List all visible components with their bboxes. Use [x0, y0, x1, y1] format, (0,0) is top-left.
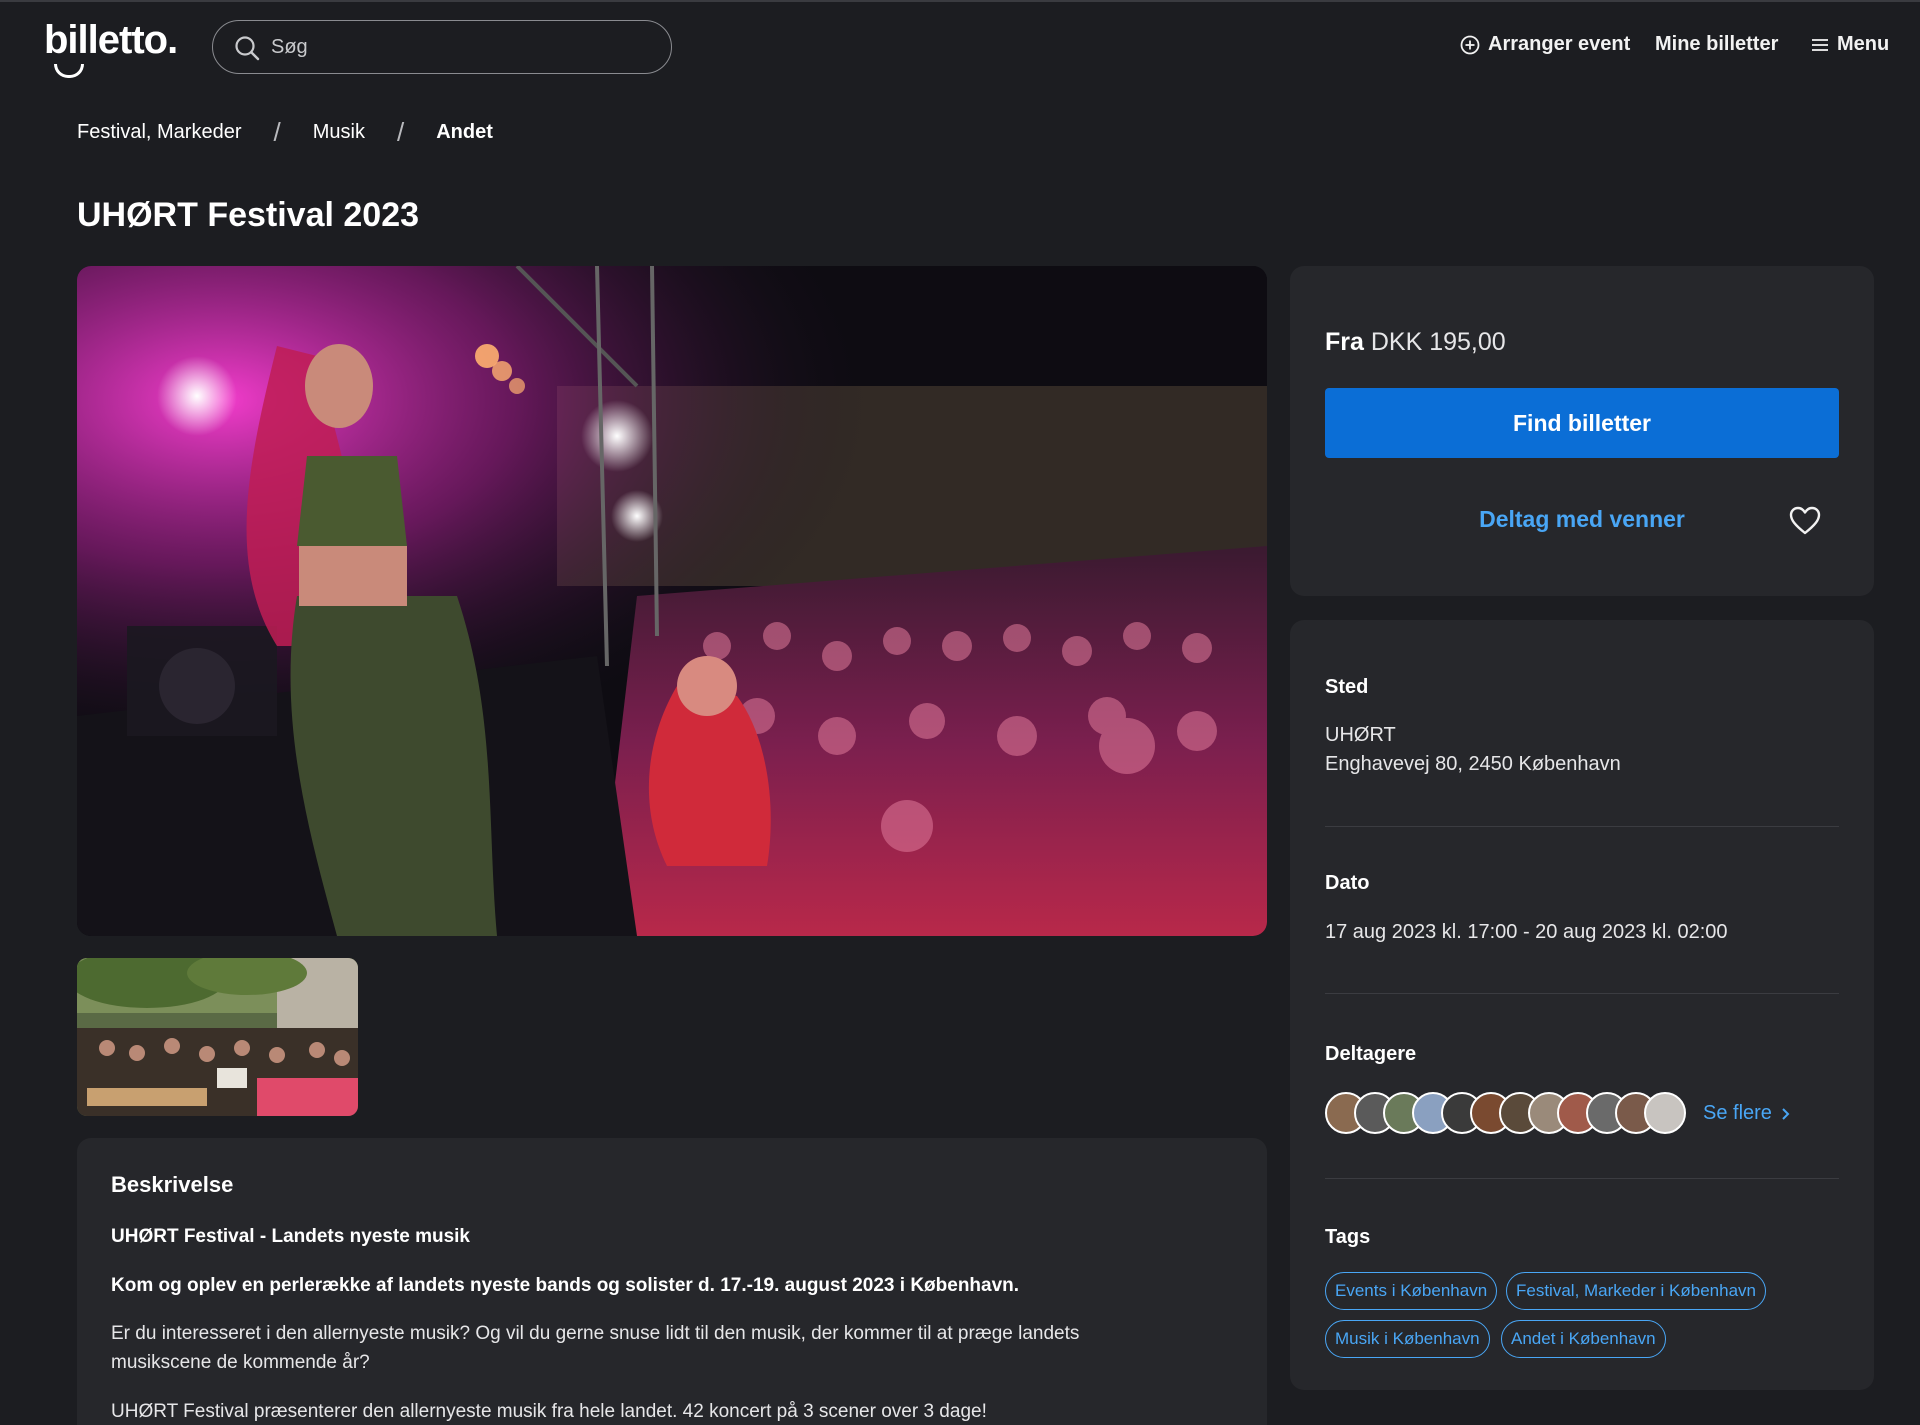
search-icon [235, 36, 260, 61]
divider [1325, 1178, 1839, 1179]
find-tickets-button[interactable]: Find billetter [1325, 388, 1839, 458]
description-subtitle: UHØRT Festival - Landets nyeste musik [111, 1226, 470, 1247]
arranger-event-label: Arranger event [1488, 33, 1631, 55]
breadcrumb: Festival, Markeder / Musik / Andet [77, 117, 493, 148]
description-paragraph-1: Er du interesseret i den allernyeste mus… [111, 1323, 1080, 1373]
venue-name: UHØRT [1325, 724, 1396, 746]
event-hero-image[interactable] [77, 266, 1267, 936]
menu-button[interactable]: Menu [1811, 33, 1889, 56]
mine-billetter-link[interactable]: Mine billetter [1655, 33, 1778, 56]
arranger-event-link[interactable]: Arranger event [1460, 33, 1630, 56]
page-title: UHØRT Festival 2023 [77, 196, 420, 234]
price-value: DKK 195,00 [1370, 328, 1506, 356]
description-card: Beskrivelse UHØRT Festival - Landets nye… [77, 1138, 1267, 1425]
heart-icon[interactable] [1789, 506, 1821, 536]
breadcrumb-item-festival[interactable]: Festival, Markeder [77, 121, 242, 144]
breadcrumb-item-andet[interactable]: Andet [436, 121, 493, 144]
tag-andet-kobenhavn[interactable]: Andet i København [1501, 1320, 1666, 1358]
search-placeholder: Søg [271, 36, 308, 58]
venue-heading: Sted [1325, 676, 1369, 698]
menu-label: Menu [1837, 33, 1890, 55]
description-paragraph-2: UHØRT Festival præsenterer den allernyes… [111, 1401, 987, 1422]
date-heading: Dato [1325, 872, 1370, 894]
breadcrumb-item-musik[interactable]: Musik [313, 121, 365, 144]
see-more-label: Se flere [1703, 1102, 1772, 1124]
divider [1325, 993, 1839, 994]
search-input[interactable]: Søg [212, 20, 672, 74]
logo-smile-mark [54, 64, 84, 78]
chevron-right-icon [1782, 1107, 1790, 1120]
divider [1325, 826, 1839, 827]
venue-address: Enghavevej 80, 2450 København [1325, 753, 1621, 775]
booking-card: Fra DKK 195,00 Find billetter Deltag med… [1290, 266, 1874, 596]
tag-musik-kobenhavn[interactable]: Musik i København [1325, 1320, 1490, 1358]
tag-festival-markeder-kobenhavn[interactable]: Festival, Markeder i København [1506, 1272, 1766, 1310]
plus-circle-icon [1460, 35, 1480, 54]
date-value: 17 aug 2023 kl. 17:00 - 20 aug 2023 kl. … [1325, 921, 1728, 943]
see-more-attendees-link[interactable]: Se flere [1703, 1102, 1790, 1125]
tags-heading: Tags [1325, 1226, 1371, 1248]
festival-crowd-photo [77, 958, 358, 1116]
description-heading: Beskrivelse [111, 1172, 234, 1197]
billetto-logo[interactable]: billetto. [44, 18, 178, 78]
event-thumbnail[interactable] [77, 958, 358, 1116]
event-details-card: Sted UHØRT Enghavevej 80, 2450 København… [1290, 620, 1874, 1390]
concert-photo [77, 266, 1267, 936]
join-with-friends-link[interactable]: Deltag med venner [1290, 506, 1874, 533]
price-from: Fra DKK 195,00 [1325, 328, 1506, 357]
description-lead: Kom og oplev en perlerække af landets ny… [111, 1275, 1020, 1296]
tag-events-kobenhavn[interactable]: Events i København [1325, 1272, 1498, 1310]
avatar [1644, 1092, 1686, 1134]
breadcrumb-separator: / [396, 117, 405, 147]
attendees-heading: Deltagere [1325, 1043, 1417, 1065]
site-header: billetto. Søg Arranger event Mine billet… [0, 0, 1920, 95]
hamburger-icon [1812, 38, 1828, 51]
price-prefix: Fra [1325, 328, 1364, 356]
breadcrumb-separator: / [273, 117, 281, 147]
